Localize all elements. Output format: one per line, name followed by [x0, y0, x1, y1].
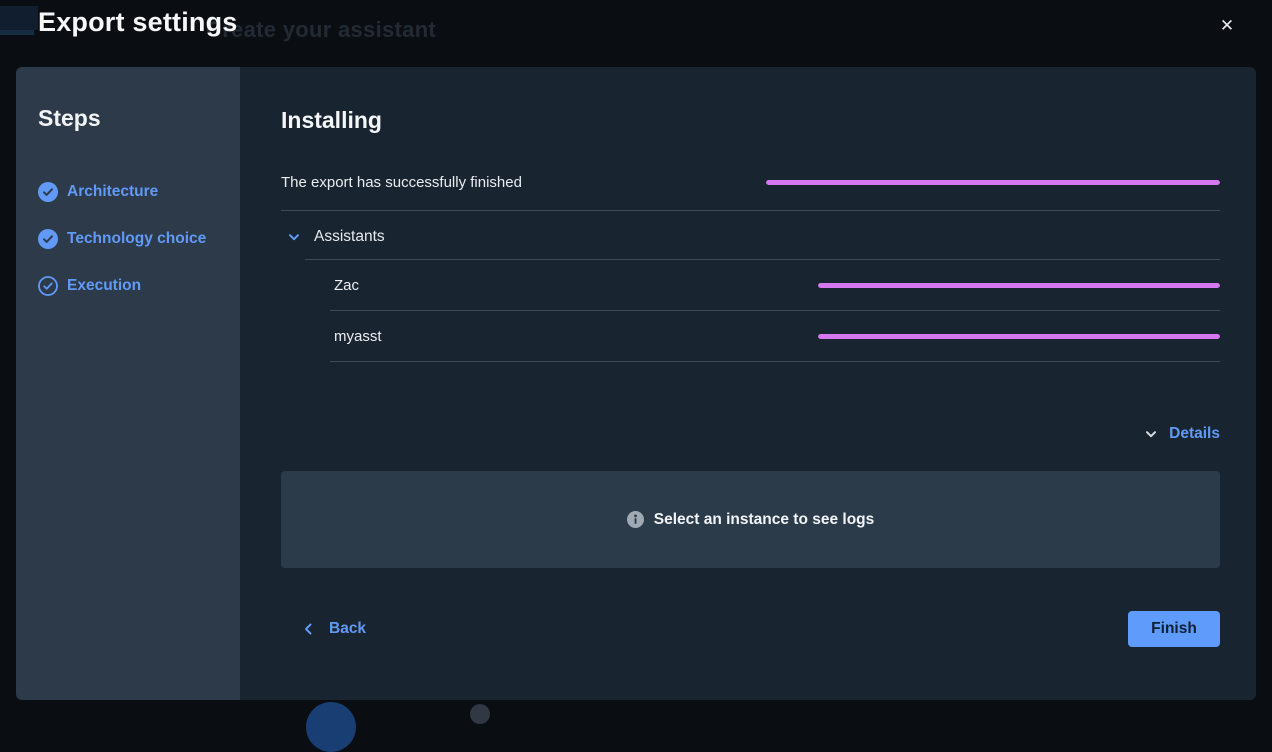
logs-placeholder-message: Select an instance to see logs — [654, 511, 875, 529]
check-outline-icon — [38, 276, 58, 296]
info-icon — [627, 511, 644, 528]
export-settings-dialog: Steps Architecture Technology choice Exe… — [16, 67, 1256, 700]
dialog-footer: Back Finish — [281, 611, 1220, 647]
step-execution[interactable]: Execution — [38, 276, 222, 296]
back-button[interactable]: Back — [281, 620, 366, 638]
details-toggle[interactable]: Details — [281, 425, 1220, 443]
chevron-left-icon — [301, 621, 316, 637]
assistant-row: myasst — [330, 311, 1220, 362]
assistant-row: Zac — [330, 260, 1220, 311]
backdrop-page-title: Create your assistant — [206, 17, 436, 43]
step-technology-choice[interactable]: Technology choice — [38, 229, 222, 249]
backdrop-remnant — [0, 6, 38, 30]
step-architecture[interactable]: Architecture — [38, 182, 222, 202]
chevron-down-icon — [1143, 426, 1159, 442]
step-label: Execution — [67, 277, 141, 295]
group-label: Assistants — [314, 228, 385, 246]
assistant-progress-bar — [818, 283, 1220, 288]
dialog-title: Export settings — [38, 7, 238, 38]
step-label: Technology choice — [67, 230, 206, 248]
backdrop-avatar — [470, 704, 490, 724]
backdrop-logo-circle — [306, 702, 356, 752]
panel-heading: Installing — [281, 107, 1220, 134]
details-label: Details — [1169, 425, 1220, 443]
chevron-down-icon — [286, 229, 302, 245]
logs-placeholder-panel: Select an instance to see logs — [281, 471, 1220, 568]
assistant-name: Zac — [330, 277, 359, 294]
back-label: Back — [329, 620, 366, 638]
overall-status-row: The export has successfully finished — [281, 174, 1220, 191]
assistant-progress-bar — [818, 334, 1220, 339]
finish-button[interactable]: Finish — [1128, 611, 1220, 647]
close-icon[interactable]: ✕ — [1211, 10, 1243, 42]
assistants-group-toggle[interactable]: Assistants — [286, 211, 1220, 259]
check-filled-icon — [38, 182, 58, 202]
install-panel: Installing The export has successfully f… — [240, 67, 1256, 700]
check-filled-icon — [38, 229, 58, 249]
step-label: Architecture — [67, 183, 158, 201]
backdrop-remnant-underline — [0, 30, 34, 35]
steps-heading: Steps — [38, 105, 222, 132]
steps-sidebar: Steps Architecture Technology choice Exe… — [16, 67, 240, 700]
assistant-name: myasst — [330, 328, 382, 345]
overall-progress-bar — [766, 180, 1220, 185]
status-message: The export has successfully finished — [281, 174, 522, 191]
